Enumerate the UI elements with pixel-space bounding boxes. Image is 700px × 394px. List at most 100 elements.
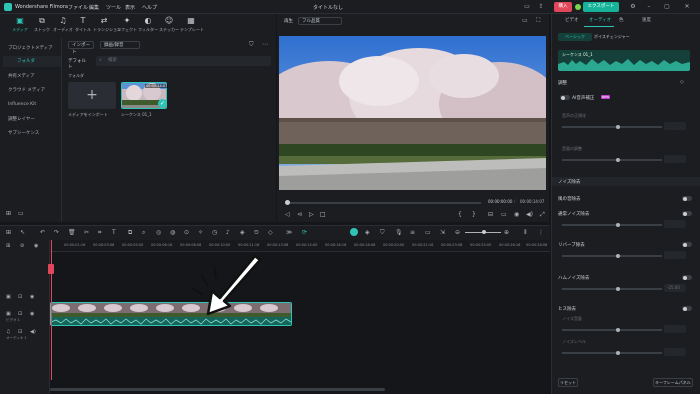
- link-icon[interactable]: ⊘: [20, 243, 24, 249]
- slider-knob[interactable]: [616, 223, 620, 227]
- buy-button[interactable]: 購入: [554, 2, 572, 12]
- keyframe-icon[interactable]: ◇: [268, 229, 273, 236]
- scrubber-handle[interactable]: [285, 200, 290, 205]
- reset-button[interactable]: リセット: [558, 378, 578, 387]
- expand-icon[interactable]: ⤢: [540, 211, 545, 219]
- mark-in-icon[interactable]: {: [458, 211, 462, 218]
- marker-icon[interactable]: ◈: [365, 229, 370, 236]
- text-icon[interactable]: T: [112, 229, 116, 236]
- menu-file[interactable]: ファイル: [68, 4, 88, 11]
- reverb-value-field[interactable]: [664, 251, 686, 259]
- columns-icon[interactable]: ⫴: [524, 229, 527, 237]
- tool-media[interactable]: ▣ メディア: [9, 15, 31, 37]
- motion-icon[interactable]: ⊙: [184, 229, 189, 236]
- quality-dropdown[interactable]: フル品質: [298, 17, 342, 25]
- normalize-slider[interactable]: [562, 125, 662, 129]
- denoise-level-value-field[interactable]: [664, 348, 686, 356]
- hum-value-field[interactable]: -25.00: [664, 284, 686, 292]
- playhead[interactable]: [51, 240, 52, 380]
- slider-knob[interactable]: [616, 287, 620, 291]
- import-dropdown[interactable]: インポート: [68, 41, 94, 55]
- lock-all-icon[interactable]: ◉: [34, 243, 38, 249]
- zoom-icon[interactable]: ⌕: [142, 229, 145, 237]
- tab-audio[interactable]: オーディオ: [589, 17, 611, 23]
- fullscreen-icon[interactable]: ⛶: [536, 17, 540, 25]
- subtab-basic[interactable]: ベーシック: [558, 33, 592, 41]
- track-lock-icon[interactable]: ⊡: [18, 329, 22, 335]
- menu-edit[interactable]: 編集: [89, 4, 99, 11]
- export-frame-icon[interactable]: ⇲: [440, 229, 445, 236]
- layout-icon[interactable]: ▭: [522, 2, 532, 12]
- menu-help[interactable]: ヘルプ: [142, 4, 157, 11]
- split-icon[interactable]: ✂: [84, 229, 89, 236]
- playhead-handle[interactable]: [48, 264, 54, 274]
- settings-icon[interactable]: ⚙: [628, 2, 638, 12]
- maximize-icon[interactable]: ▢: [662, 2, 672, 12]
- shield-icon[interactable]: ⛉: [380, 229, 385, 237]
- new-folder-icon[interactable]: ⊞: [6, 210, 11, 217]
- color-icon[interactable]: ◎: [156, 229, 161, 236]
- wind-removal-toggle[interactable]: [682, 196, 692, 201]
- tool-effect[interactable]: ✦ エフェクト: [116, 15, 138, 37]
- folder-icon[interactable]: ▭: [18, 210, 24, 217]
- camera-icon[interactable]: ◉: [514, 211, 519, 218]
- timeline-ruler[interactable]: 00:00:01:16 00:00:03:08 00:00:05:00 00:0…: [50, 240, 550, 252]
- volume-adjust-slider[interactable]: [562, 158, 662, 162]
- slider-knob[interactable]: [616, 351, 620, 355]
- zoom-knob[interactable]: [482, 230, 486, 234]
- sidebar-item-influence-kit[interactable]: Influence Kit: [3, 99, 61, 110]
- denoise-level-slider[interactable]: [562, 351, 662, 355]
- playback-scrubber[interactable]: [285, 202, 481, 204]
- close-icon[interactable]: ✕: [682, 2, 692, 12]
- record-dropdown[interactable]: 録画/録音: [100, 41, 140, 49]
- timer-icon[interactable]: ◷: [212, 229, 217, 236]
- normal-noise-value-field[interactable]: [664, 220, 686, 228]
- hiss-removal-toggle[interactable]: [682, 306, 692, 311]
- track-lock-icon[interactable]: ⊡: [18, 294, 22, 300]
- tab-video[interactable]: ビデオ: [565, 17, 579, 23]
- audio-mix-icon[interactable]: ♪: [226, 229, 230, 236]
- ai-icon[interactable]: ✧: [198, 229, 203, 236]
- tool-title[interactable]: T タイトル: [72, 15, 94, 37]
- avatar[interactable]: [575, 4, 581, 10]
- stop-icon[interactable]: □: [320, 211, 326, 218]
- track-eye-icon[interactable]: ◉: [30, 311, 34, 317]
- volume-adjust-value-field[interactable]: [664, 155, 686, 163]
- picture-icon[interactable]: ▭: [425, 229, 431, 236]
- tracks-icon[interactable]: ≡: [410, 229, 415, 236]
- filter-funnel-icon[interactable]: ⛉: [249, 41, 254, 49]
- sort-dropdown[interactable]: デフォルト: [68, 58, 90, 70]
- tool-sticker[interactable]: ☺ ステッカー: [158, 15, 180, 37]
- settings-more-icon[interactable]: ⋮: [538, 229, 544, 236]
- minimize-icon[interactable]: –: [644, 2, 654, 12]
- crop-icon[interactable]: ⌗: [98, 229, 101, 237]
- upload-icon[interactable]: ⇪: [536, 2, 546, 12]
- slider-knob[interactable]: [616, 125, 620, 129]
- refresh-icon[interactable]: ⟳: [302, 229, 307, 236]
- speed-icon[interactable]: ⏲: [254, 229, 259, 237]
- reverb-slider[interactable]: [562, 254, 662, 258]
- keyframe-panel-button[interactable]: キーフレームパネル: [653, 378, 693, 387]
- slider-knob[interactable]: [616, 328, 620, 332]
- tool-stock[interactable]: ⧉ ストック: [31, 15, 53, 37]
- keyframe-diamond-icon[interactable]: ◇: [680, 79, 684, 85]
- sidebar-item-shared-media[interactable]: 共有メディア: [3, 71, 61, 82]
- tool-template[interactable]: ▦ テンプレート: [180, 15, 204, 37]
- mic-icon[interactable]: 🎙: [395, 229, 403, 236]
- tool-audio[interactable]: ♫ オーディオ: [52, 15, 74, 37]
- timeline-horizontal-scrollbar[interactable]: [50, 388, 385, 391]
- sidebar-item-adjustment-layer[interactable]: 調整レイヤー: [3, 114, 61, 125]
- more-tools-icon[interactable]: ≫: [286, 229, 292, 236]
- normalize-value-field[interactable]: [664, 122, 686, 130]
- zoom-out-icon[interactable]: ⊖: [455, 229, 460, 236]
- slider-knob[interactable]: [616, 158, 620, 162]
- noise-volume-slider[interactable]: [562, 328, 662, 332]
- snapshot-icon[interactable]: ▭: [522, 17, 528, 24]
- reverb-removal-toggle[interactable]: [682, 242, 692, 247]
- volume-icon[interactable]: ◀): [526, 211, 533, 218]
- menu-tools[interactable]: ツール: [106, 4, 121, 11]
- player-tab[interactable]: 再生: [284, 18, 293, 24]
- subtab-voice-changer[interactable]: ボイスチェンジャー: [594, 34, 630, 40]
- transform-icon[interactable]: ⧉: [128, 229, 132, 237]
- track-lock-icon[interactable]: ⊡: [18, 311, 22, 317]
